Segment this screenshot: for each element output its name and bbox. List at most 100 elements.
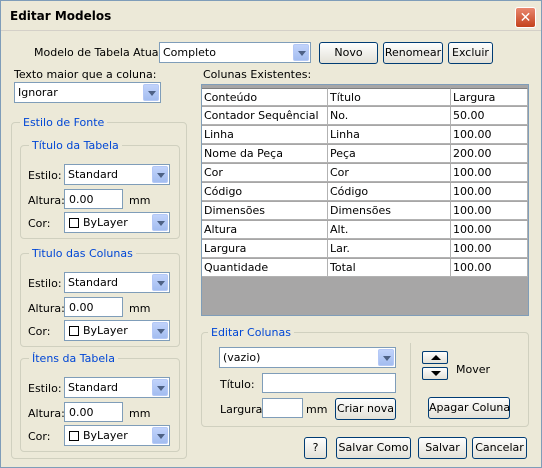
titulo-tabela-altura-input[interactable]: 0.00 xyxy=(64,189,123,209)
texto-maior-value: Ignorar xyxy=(18,86,58,99)
table-cell[interactable]: Lar. xyxy=(328,240,451,258)
table-cell[interactable]: 100.00 xyxy=(451,164,528,182)
texto-maior-label: Texto maior que a coluna: xyxy=(14,68,157,81)
table-cell[interactable]: Largura xyxy=(202,240,328,258)
table-cell[interactable]: Quantidade xyxy=(202,259,328,277)
window-title: Editar Modelos xyxy=(10,9,112,23)
titulo-tabela-estilo-select[interactable]: Standard xyxy=(64,164,170,185)
editar-titulo-input[interactable] xyxy=(262,373,396,393)
altura-value: 0.00 xyxy=(69,193,94,206)
table-cell[interactable]: Cor xyxy=(328,164,451,182)
editar-largura-input[interactable] xyxy=(262,398,303,418)
table-cell[interactable]: Contador Sequêncial xyxy=(202,107,328,125)
cor-label: Cor: xyxy=(28,217,51,230)
largura-label: Largura: xyxy=(220,403,267,416)
estilo-fonte-label: Estilo de Fonte xyxy=(20,116,108,129)
model-select[interactable]: Completo xyxy=(159,42,311,63)
editar-conteudo-select[interactable]: (vazio) xyxy=(219,347,396,368)
table-cell[interactable]: 100.00 xyxy=(451,126,528,144)
titulo-colunas-group: Titulo das Colunas Estilo: Standard Altu… xyxy=(20,247,180,347)
texto-maior-select[interactable]: Ignorar xyxy=(14,82,161,103)
titulo-colunas-cor-select[interactable]: ByLayer xyxy=(64,320,170,341)
table-cell[interactable]: 100.00 xyxy=(451,259,528,277)
titulo-colunas-altura-input[interactable]: 0.00 xyxy=(64,297,123,317)
help-button[interactable]: ? xyxy=(304,437,327,459)
titulo-colunas-estilo-select[interactable]: Standard xyxy=(64,272,170,293)
divider xyxy=(410,343,411,423)
chevron-down-icon xyxy=(152,274,168,291)
table-cell[interactable]: Linha xyxy=(328,126,451,144)
apagar-coluna-button[interactable]: Apagar Coluna xyxy=(428,397,510,419)
table-cell[interactable]: Dimensões xyxy=(202,202,328,220)
altura-value: 0.00 xyxy=(69,301,94,314)
itens-tabela-cor-select[interactable]: ByLayer xyxy=(64,425,170,446)
itens-tabela-estilo-select[interactable]: Standard xyxy=(64,377,170,398)
estilo-label: Estilo: xyxy=(28,277,62,290)
titulo-tabela-cor-select[interactable]: ByLayer xyxy=(64,212,170,233)
itens-tabela-label: Ítens da Tabela xyxy=(29,352,118,365)
table-cell[interactable]: 100.00 xyxy=(451,221,528,239)
estilo-label: Estilo: xyxy=(28,169,62,182)
cor-label: Cor: xyxy=(28,430,51,443)
estilo-value: Standard xyxy=(68,381,119,394)
table-cell[interactable]: Alt. xyxy=(328,221,451,239)
cor-value: ByLayer xyxy=(83,429,128,442)
cor-label: Cor: xyxy=(28,325,51,338)
altura-label: Altura: xyxy=(28,194,65,207)
unit-label: mm xyxy=(129,407,151,420)
chevron-down-icon xyxy=(152,214,168,231)
col-header-titulo[interactable]: Título xyxy=(328,88,451,106)
close-icon[interactable]: ✕ xyxy=(515,7,536,28)
itens-tabela-group: Ítens da Tabela Estilo: Standard Altura:… xyxy=(20,352,180,452)
table-cell[interactable]: Cor xyxy=(202,164,328,182)
salvar-como-button[interactable]: Salvar Como xyxy=(336,437,411,459)
move-up-icon[interactable] xyxy=(422,351,448,364)
table-cell[interactable]: Linha xyxy=(202,126,328,144)
renomear-button[interactable]: Renomear xyxy=(383,42,443,64)
cancelar-button[interactable]: Cancelar xyxy=(472,437,527,459)
chevron-down-icon xyxy=(293,44,309,61)
estilo-value: Standard xyxy=(68,168,119,181)
unit-label: mm xyxy=(129,302,151,315)
move-down-icon[interactable] xyxy=(422,367,448,380)
model-value: Completo xyxy=(163,46,216,59)
table-cell[interactable]: Total xyxy=(328,259,451,277)
table-cell[interactable]: Código xyxy=(328,183,451,201)
cor-value: ByLayer xyxy=(83,324,128,337)
unit-label: mm xyxy=(306,403,328,416)
table-cell[interactable]: Peça xyxy=(328,145,451,163)
titulo-tabela-group: Título da Tabela Estilo: Standard Altura… xyxy=(20,139,180,239)
estilo-label: Estilo: xyxy=(28,382,62,395)
chevron-down-icon xyxy=(152,166,168,183)
unit-label: mm xyxy=(129,194,151,207)
table-cell[interactable]: 100.00 xyxy=(451,183,528,201)
excluir-button[interactable]: Excluir xyxy=(448,42,493,64)
title-bar: Editar Modelos ✕ xyxy=(1,1,541,31)
altura-value: 0.00 xyxy=(69,406,94,419)
altura-label: Altura: xyxy=(28,407,65,420)
mover-label: Mover xyxy=(456,363,491,376)
criar-nova-button[interactable]: Criar nova xyxy=(335,398,396,420)
editar-colunas-label: Editar Colunas xyxy=(208,326,294,339)
novo-button[interactable]: Novo xyxy=(319,42,378,64)
table-cell[interactable]: Nome da Peça xyxy=(202,145,328,163)
table-cell[interactable]: Dimensões xyxy=(328,202,451,220)
table-cell[interactable]: 100.00 xyxy=(451,202,528,220)
itens-tabela-altura-input[interactable]: 0.00 xyxy=(64,402,123,422)
col-header-largura[interactable]: Largura xyxy=(451,88,528,106)
table-cell[interactable]: Altura xyxy=(202,221,328,239)
dialog-window: Editar Modelos ✕ Modelo de Tabela Atual:… xyxy=(0,0,542,468)
table-cell[interactable]: 200.00 xyxy=(451,145,528,163)
table-cell[interactable]: Código xyxy=(202,183,328,201)
table-cell[interactable]: 50.00 xyxy=(451,107,528,125)
color-swatch xyxy=(69,218,79,228)
color-swatch xyxy=(69,431,79,441)
salvar-button[interactable]: Salvar xyxy=(418,437,467,459)
colunas-table[interactable]: Conteúdo Título Largura Contador Sequênc… xyxy=(201,84,529,316)
cor-value: ByLayer xyxy=(83,216,128,229)
colunas-label: Colunas Existentes: xyxy=(203,68,312,81)
table-cell[interactable]: No. xyxy=(328,107,451,125)
col-header-conteudo[interactable]: Conteúdo xyxy=(202,88,328,106)
chevron-down-icon xyxy=(152,427,168,444)
table-cell[interactable]: 100.00 xyxy=(451,240,528,258)
